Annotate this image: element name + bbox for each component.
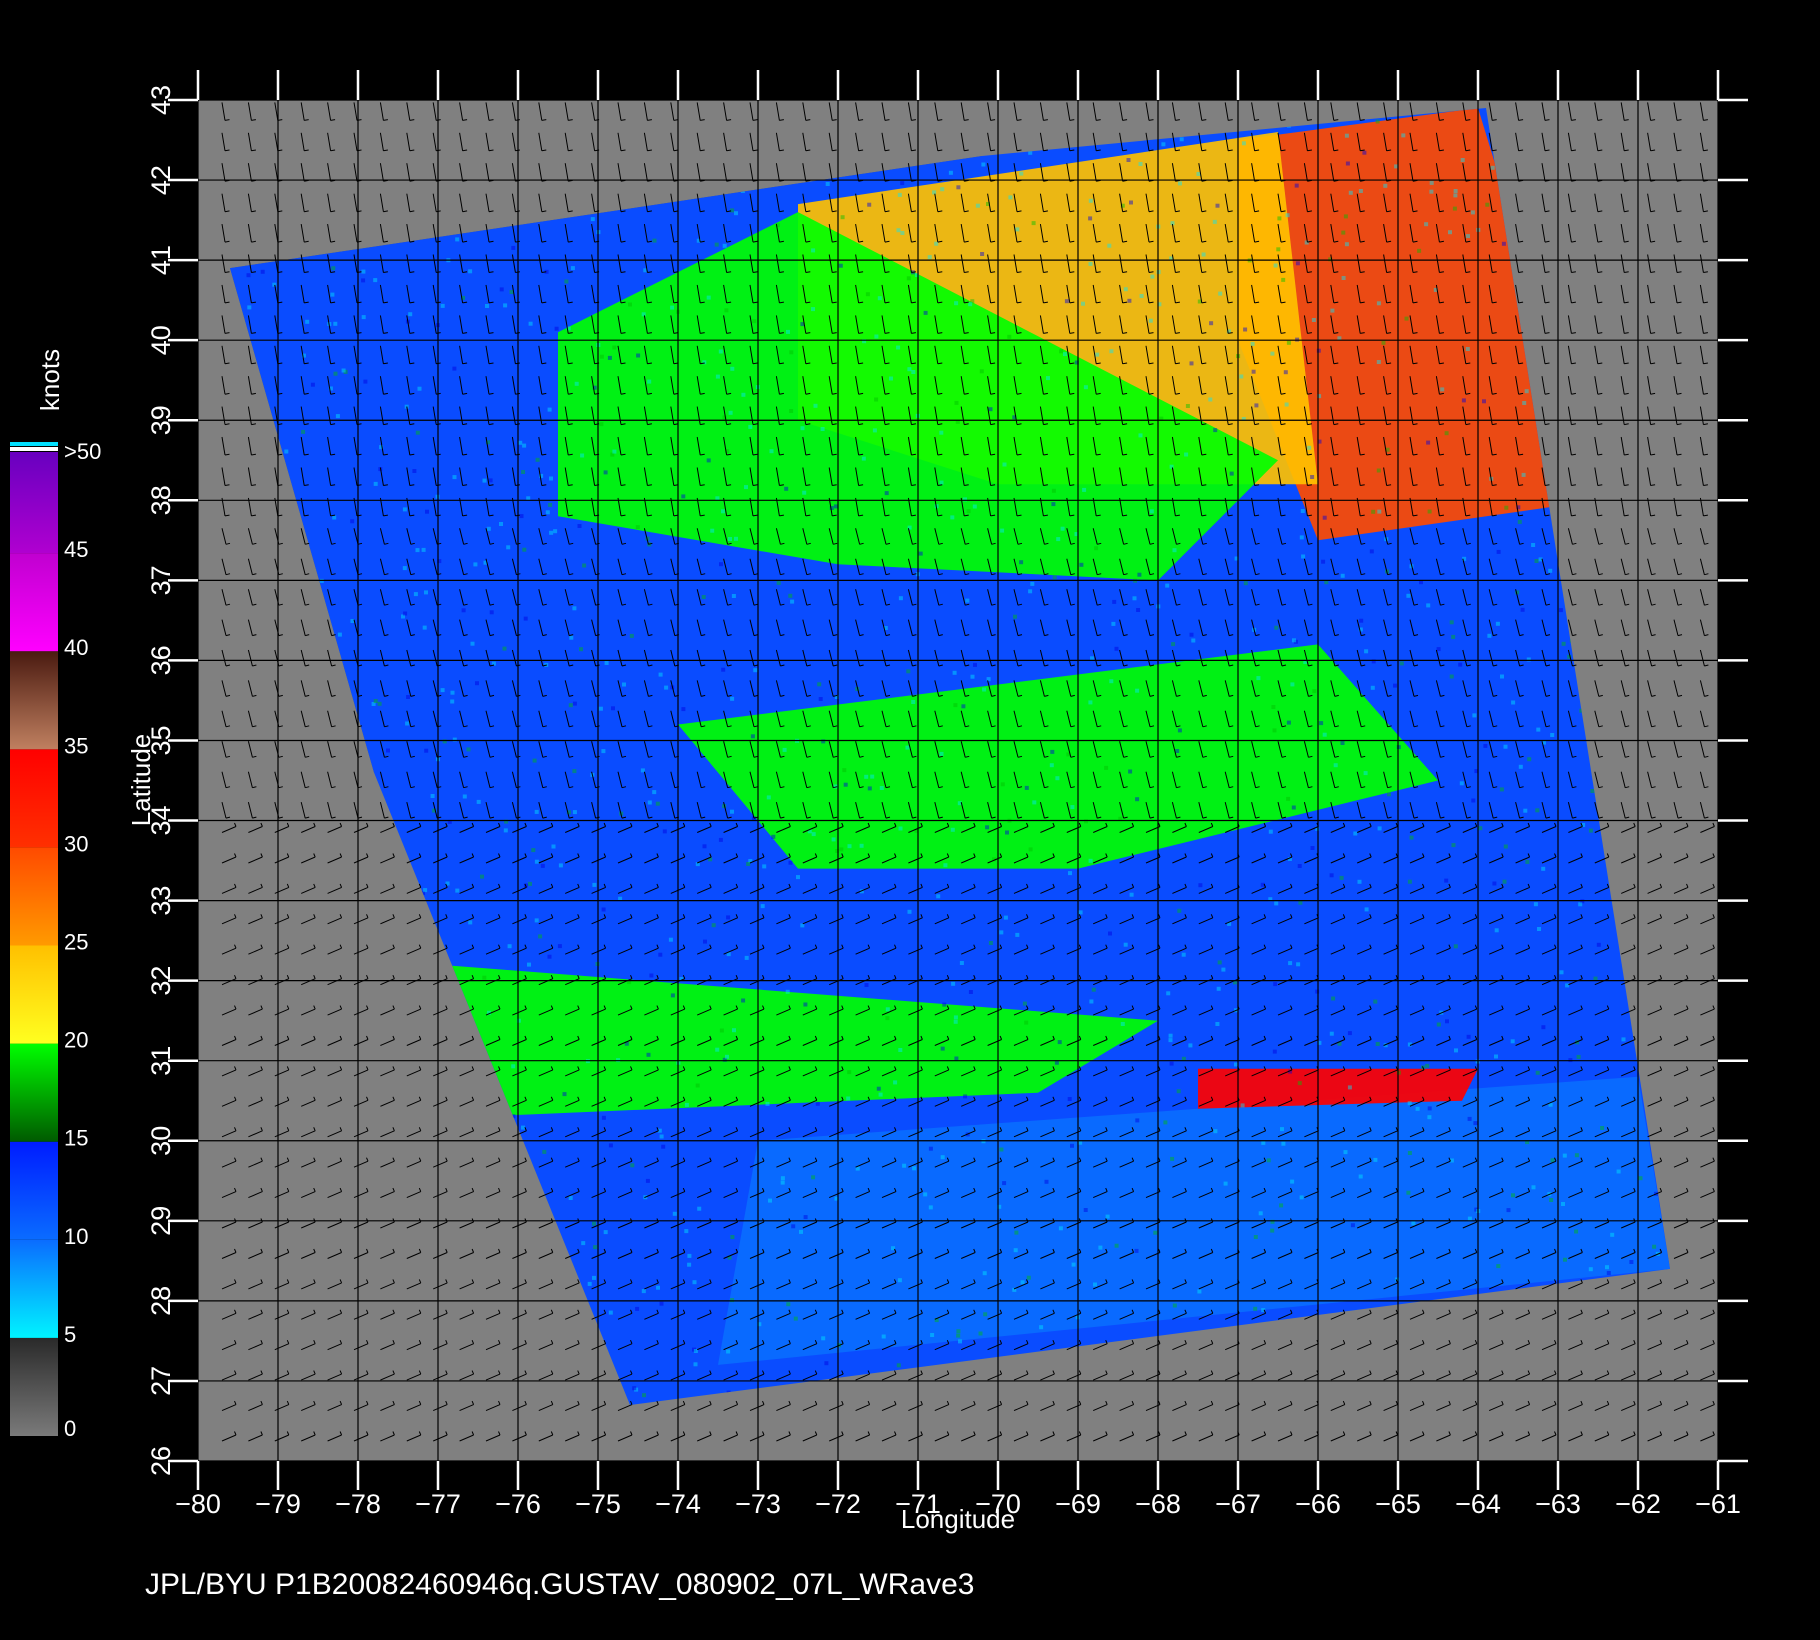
wind-map-figure: −80 −79 −78 −77 −76 −75 −74 −73 −72 −71 −70 −69 −68−… [10,70,1748,1601]
longitude-tick-label: −79 [255,1489,301,1519]
latitude-tick-label: 26 [146,1446,176,1476]
latitude-tick-label: 37 [146,565,176,595]
latitude-tick-label: 31 [146,1046,176,1076]
colorbar-tick-label: 15 [64,1126,88,1151]
longitude-tick-label: −78 [335,1489,381,1519]
latitude-tick-label: 41 [146,245,176,275]
x-axis-title: Longitude [901,1504,1015,1534]
latitude-tick-label: 30 [146,1126,176,1156]
latitude-tick-label: 40 [146,325,176,355]
colorbar-tick-label: 30 [64,831,88,856]
longitude-tick-label: −76 [495,1489,541,1519]
colorbar-tick-label: 10 [64,1224,88,1249]
latitude-tick-label: 33 [146,886,176,916]
longitude-tick-label: −64 [1455,1489,1501,1519]
colorbar-tick-label: 20 [64,1028,88,1053]
colorbar-band [10,847,58,946]
colorbar-tick-label: 35 [64,733,88,758]
y-axis-title: Latitude [126,734,156,827]
longitude-tick-label: −77 [415,1489,461,1519]
colorbar-band [10,1337,58,1436]
longitude-tick-label: −62 [1615,1489,1661,1519]
colorbar-band [10,749,58,848]
latitude-tick-label: 36 [146,645,176,675]
longitude-tick-label: −61 [1695,1489,1741,1519]
colorbar-tick-label: 45 [64,537,88,562]
longitude-tick-label: −63 [1535,1489,1581,1519]
longitude-tick-label: −69 [1055,1489,1101,1519]
colorbar-band [10,651,58,750]
longitude-tick-label: −66 [1295,1489,1341,1519]
latitude-tick-label: 32 [146,966,176,996]
longitude-tick-label: −73 [735,1489,781,1519]
longitude-tick-label: −72 [815,1489,861,1519]
latitude-tick-label: 42 [146,165,176,195]
colorbar-tick-label: 25 [64,930,88,955]
colorbar-band [10,553,58,652]
colorbar-band [10,945,58,1044]
colorbar-tick-label: 5 [64,1322,76,1347]
longitude-tick-label: −68 [1135,1489,1181,1519]
latitude-tick-label: 43 [146,85,176,115]
longitude-tick-label: −75 [575,1489,621,1519]
product-id-caption: JPL/BYU P1B20082460946q.GUSTAV_080902_07… [145,1568,974,1601]
colorbar-band [10,1239,58,1338]
longitude-tick-label: −65 [1375,1489,1421,1519]
latitude-tick-label: 28 [146,1286,176,1316]
longitude-tick-label: −80 [175,1489,221,1519]
colorbar-tick-label: 40 [64,635,88,660]
longitude-tick-label: −67 [1215,1489,1261,1519]
colorbar-band [10,1141,58,1240]
colorbar-unit-label: knots [35,349,65,411]
colorbar: knots 0 5 10 15 20 25 30 35 40 45 >50 [10,349,101,1441]
colorbar-band [10,1043,58,1142]
longitude-tick-label: −74 [655,1489,701,1519]
latitude-tick-label: 27 [146,1366,176,1396]
latitude-tick-label: 29 [146,1206,176,1236]
latitude-tick-label: 38 [146,485,176,515]
colorbar-tick-label: >50 [64,439,101,464]
latitude-tick-label: 39 [146,405,176,435]
colorbar-tick-label: 0 [64,1416,76,1441]
colorbar-band [10,455,58,554]
